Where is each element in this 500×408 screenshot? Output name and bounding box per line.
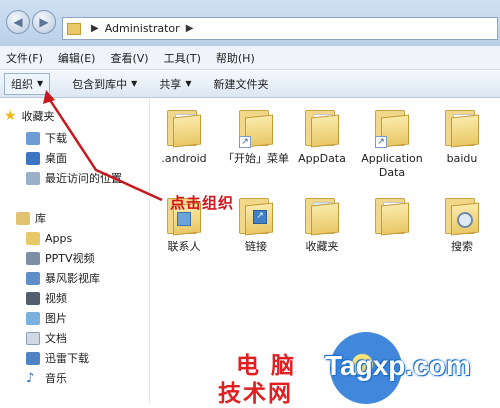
annotation-arrow [43,90,163,202]
watermark-line2: 技术网 [218,381,293,407]
watermark-brand: Tagxp.com [325,350,471,381]
annotation-text: 点击组织 [170,194,235,212]
